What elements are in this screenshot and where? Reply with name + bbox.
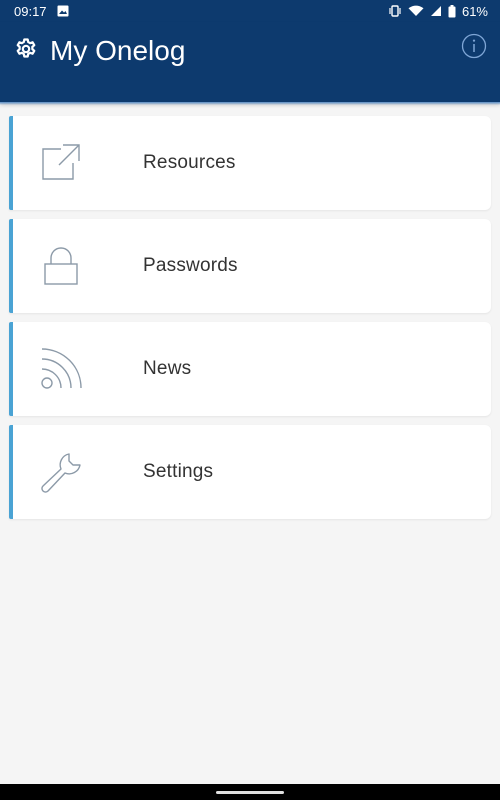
app-header: My Onelog bbox=[0, 22, 500, 105]
menu-item-label: Settings bbox=[143, 461, 214, 482]
status-time: 09:17 bbox=[14, 3, 47, 19]
battery-icon bbox=[448, 4, 456, 18]
main-menu: Resources Passwords News Settings bbox=[9, 116, 491, 528]
external-link-icon bbox=[39, 141, 83, 185]
wrench-icon bbox=[39, 450, 83, 494]
menu-item-label: Resources bbox=[143, 152, 236, 173]
image-notification-icon bbox=[57, 5, 69, 17]
menu-item-label: News bbox=[143, 358, 192, 379]
menu-item-settings[interactable]: Settings bbox=[9, 425, 491, 519]
page-title: My Onelog bbox=[50, 35, 186, 66]
status-bar: 09:17 61% bbox=[0, 0, 500, 22]
system-navigation-bar bbox=[0, 784, 500, 800]
menu-item-news[interactable]: News bbox=[9, 322, 491, 416]
menu-item-passwords[interactable]: Passwords bbox=[9, 219, 491, 313]
wifi-icon bbox=[408, 5, 424, 17]
battery-percent: 61% bbox=[461, 3, 488, 19]
info-icon bbox=[461, 33, 487, 64]
lock-icon bbox=[39, 244, 83, 288]
menu-item-label: Passwords bbox=[143, 255, 238, 276]
gear-icon bbox=[14, 37, 38, 66]
rss-icon bbox=[39, 347, 83, 391]
settings-gear-button[interactable] bbox=[12, 36, 40, 66]
home-indicator[interactable] bbox=[216, 791, 284, 794]
menu-item-resources[interactable]: Resources bbox=[9, 116, 491, 210]
info-button[interactable] bbox=[460, 33, 488, 64]
vibrate-icon bbox=[388, 5, 402, 17]
signal-icon bbox=[430, 5, 442, 17]
